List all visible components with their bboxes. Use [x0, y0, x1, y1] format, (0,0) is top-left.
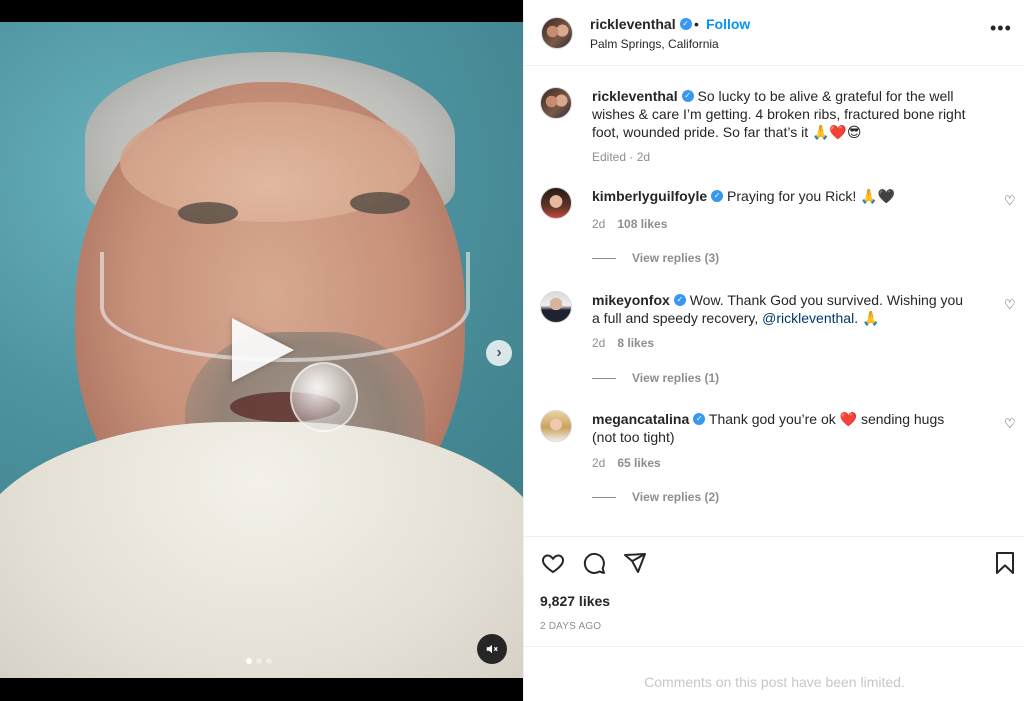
comments-limited-notice: Comments on this post have been limited.: [524, 646, 1024, 701]
post-username[interactable]: rickleventhal ✓: [590, 16, 692, 32]
verified-badge-icon: ✓: [673, 294, 686, 307]
heart-icon[interactable]: [540, 551, 566, 575]
comments-section[interactable]: rickleventhal ✓ So lucky to be alive & gr…: [524, 67, 1024, 536]
username-link[interactable]: kimberlyguilfoyle: [592, 188, 707, 204]
share-icon[interactable]: [623, 551, 647, 575]
muted-speaker-icon: [486, 644, 498, 654]
post-header: rickleventhal ✓ • Follow Palm Springs, Ca…: [524, 0, 1024, 66]
view-replies-label: View replies (3): [632, 251, 720, 265]
avatar[interactable]: [540, 87, 572, 119]
chevron-right-icon: ›: [496, 344, 502, 361]
comment-time: 2d: [592, 456, 606, 470]
video-content-gown: [0, 422, 523, 678]
follow-button[interactable]: Follow: [706, 16, 750, 32]
divider: [592, 377, 616, 379]
comment-text: kimberlyguilfoyle ✓ Praying for you Rick!…: [592, 187, 972, 205]
more-options-icon[interactable]: •••: [990, 19, 1012, 37]
mute-toggle-button[interactable]: [477, 634, 507, 664]
verified-badge-icon: ✓: [711, 190, 724, 203]
comment-time: 2d: [592, 217, 606, 231]
post-sidebar: rickleventhal ✓ • Follow Palm Springs, Ca…: [523, 0, 1024, 701]
view-replies-label: View replies (2): [632, 490, 720, 504]
video-content-eye: [350, 192, 410, 214]
carousel-dot: [266, 658, 272, 664]
carousel-dot: [256, 658, 262, 664]
username-link[interactable]: mikeyonfox: [592, 292, 670, 308]
divider: [592, 496, 616, 498]
comment-time: 2d: [592, 336, 606, 350]
view-replies-button[interactable]: View replies (3): [592, 251, 719, 265]
view-replies-label: View replies (1): [632, 371, 720, 385]
verified-badge-icon: ✓: [693, 413, 706, 426]
heart-icon[interactable]: ♡: [1004, 297, 1016, 313]
separator-dot: •: [694, 16, 699, 32]
comment-meta: 2d 108 likes: [592, 217, 667, 231]
post-actions: 9,827 likes 2 DAYS AGO: [524, 536, 1024, 646]
video-content-eye: [178, 202, 238, 224]
view-replies-button[interactable]: View replies (1): [592, 371, 719, 385]
comment-likes[interactable]: 108 likes: [617, 217, 667, 231]
comment-meta: 2d 65 likes: [592, 456, 661, 470]
verified-badge-icon: ✓: [681, 90, 694, 103]
likes-count[interactable]: 9,827 likes: [540, 593, 610, 609]
avatar[interactable]: [540, 410, 572, 442]
comment-body: . 🙏: [854, 310, 880, 326]
heart-icon[interactable]: ♡: [1004, 416, 1016, 432]
carousel-dots: [246, 658, 272, 664]
play-icon[interactable]: [232, 318, 294, 382]
video-content-bulb: [290, 362, 358, 432]
post-date[interactable]: 2 DAYS AGO: [540, 621, 601, 632]
avatar[interactable]: [540, 291, 572, 323]
location-link[interactable]: Palm Springs, California: [590, 37, 719, 51]
view-replies-button[interactable]: View replies (2): [592, 490, 719, 504]
post-media: ›: [0, 0, 523, 701]
comment-likes[interactable]: 65 likes: [617, 456, 660, 470]
caption-text: rickleventhal ✓ So lucky to be alive & gr…: [592, 87, 972, 141]
comment-icon[interactable]: [582, 551, 606, 575]
bookmark-icon[interactable]: [995, 551, 1015, 575]
username-link[interactable]: rickleventhal: [592, 88, 678, 104]
comment-meta: 2d 8 likes: [592, 336, 654, 350]
username-link[interactable]: rickleventhal: [590, 16, 676, 32]
comment-likes[interactable]: 8 likes: [617, 336, 654, 350]
avatar[interactable]: [541, 17, 573, 49]
verified-badge-icon: ✓: [679, 18, 692, 31]
caption-edited: Edited · 2d: [592, 150, 651, 164]
divider: [592, 257, 616, 259]
username-link[interactable]: megancatalina: [592, 411, 689, 427]
mention-link[interactable]: @rickleventhal: [762, 310, 854, 326]
comment-text: mikeyonfox ✓ Wow. Thank God you survived.…: [592, 291, 972, 327]
next-slide-button[interactable]: ›: [486, 340, 512, 366]
heart-icon[interactable]: ♡: [1004, 193, 1016, 209]
comment-text: megancatalina ✓ Thank god you’re ok ❤️ se…: [592, 410, 972, 446]
avatar[interactable]: [540, 187, 572, 219]
carousel-dot: [246, 658, 252, 664]
comment-body: Praying for you Rick! 🙏🖤: [723, 188, 895, 204]
